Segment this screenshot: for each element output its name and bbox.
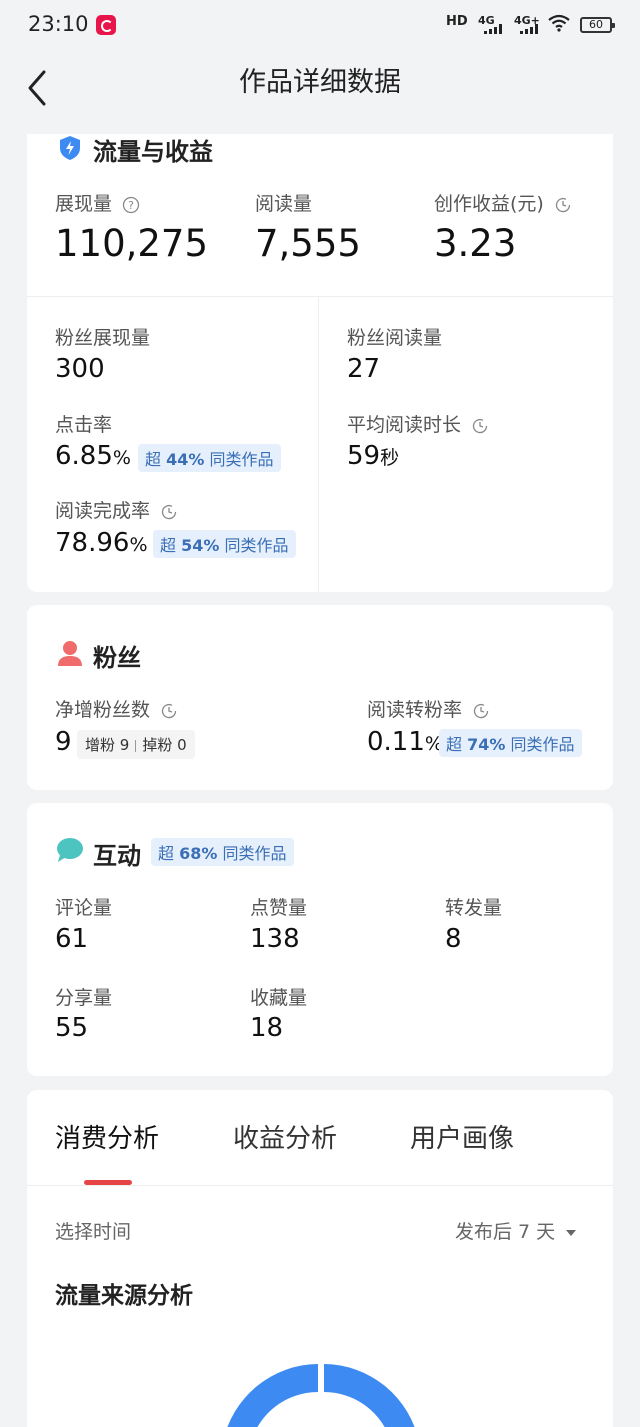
- page-title: 作品详细数据: [239, 67, 401, 98]
- impressions-value: 110,275: [55, 222, 209, 265]
- tab-user-profile[interactable]: 用户画像: [410, 1118, 514, 1155]
- app-notification-icon: [96, 15, 116, 35]
- comments-label: 评论量: [55, 897, 113, 919]
- clock-icon[interactable]: [472, 702, 490, 720]
- divider: [27, 296, 613, 297]
- fan-reads-value: 27: [347, 354, 381, 384]
- tab-consumption-analysis[interactable]: 消费分析: [55, 1118, 159, 1155]
- donut-segment-right: [324, 1364, 415, 1427]
- likes-label: 点赞量: [250, 897, 308, 919]
- lightning-shield-icon: [60, 136, 80, 160]
- battery-icon: 60: [580, 17, 615, 33]
- fans-gain-loss-chip: 增粉 9 掉粉 0: [77, 730, 195, 759]
- fan-impressions-value: 300: [55, 354, 105, 384]
- sim1-signal-icon: [484, 24, 508, 34]
- avg-read-time-label: 平均阅读时长: [347, 410, 489, 437]
- impressions-label: 展现量 ?: [55, 189, 140, 216]
- clock-icon[interactable]: [554, 196, 572, 214]
- status-bar: 23:10 HD 4G 4G+ 60: [0, 0, 640, 50]
- favorites-label: 收藏量: [250, 987, 308, 1009]
- traffic-earnings-card: 流量与收益 展现量 ? 110,275 阅读量 7,555 创作收益(元) 3.…: [27, 134, 613, 592]
- favorites-value: 18: [250, 1013, 284, 1043]
- divider: [27, 1185, 613, 1186]
- sim2-signal-icon: [520, 24, 544, 34]
- fan-icon: [58, 641, 82, 666]
- traffic-section-title: 流量与收益: [93, 138, 213, 166]
- comments-value: 61: [55, 924, 89, 954]
- clock-icon[interactable]: [160, 702, 178, 720]
- traffic-source-donut-chart: [227, 1364, 415, 1427]
- hd-indicator: HD: [446, 14, 468, 29]
- shares-label: 分享量: [55, 987, 113, 1009]
- fans-section-title: 粉丝: [93, 644, 141, 672]
- help-icon[interactable]: ?: [122, 196, 140, 214]
- interaction-section-title: 互动: [93, 842, 141, 870]
- interaction-badge: 超 68% 同类作品: [151, 838, 294, 866]
- svg-text:?: ?: [128, 199, 134, 212]
- likes-value: 138: [250, 924, 300, 954]
- chat-bubble-icon: [57, 838, 83, 862]
- earnings-label: 创作收益(元): [434, 189, 572, 216]
- ctr-value: 6.85%: [55, 441, 131, 471]
- status-time: 23:10: [28, 12, 89, 36]
- header: 作品详细数据: [0, 50, 640, 134]
- reads-value: 7,555: [255, 222, 361, 265]
- fan-impressions-label: 粉丝展现量: [55, 327, 151, 349]
- tab-earnings-analysis[interactable]: 收益分析: [233, 1118, 337, 1155]
- forwards-value: 8: [445, 924, 462, 954]
- ctr-label: 点击率: [55, 414, 113, 436]
- net-fans-value: 9: [55, 727, 72, 757]
- clock-icon[interactable]: [471, 417, 489, 435]
- forwards-label: 转发量: [445, 897, 503, 919]
- caret-down-icon: [566, 1229, 577, 1236]
- earnings-value: 3.23: [434, 222, 517, 265]
- completion-badge: 超 54% 同类作品: [153, 530, 296, 558]
- reads-label: 阅读量: [255, 193, 313, 215]
- time-select-label: 选择时间: [55, 1221, 132, 1243]
- conversion-badge: 超 74% 同类作品: [439, 729, 582, 757]
- divider-vertical: [318, 296, 319, 592]
- analysis-card: 消费分析 收益分析 用户画像 选择时间 发布后 7 天 流量来源分析: [27, 1090, 613, 1427]
- completion-rate-value: 78.96%: [55, 528, 148, 558]
- avg-read-time-value: 59秒: [347, 441, 400, 471]
- read-to-fan-rate-label: 阅读转粉率: [367, 695, 490, 722]
- net-fans-label: 净增粉丝数: [55, 695, 178, 722]
- traffic-source-title: 流量来源分析: [55, 1283, 193, 1309]
- read-to-fan-rate-value: 0.11%: [367, 727, 443, 757]
- clock-icon[interactable]: [160, 503, 178, 521]
- ctr-badge: 超 44% 同类作品: [138, 444, 281, 472]
- fans-card: 粉丝 净增粉丝数 9 增粉 9 掉粉 0 阅读转粉率 0.11% 超 74% 同类…: [27, 605, 613, 790]
- fan-reads-label: 粉丝阅读量: [347, 327, 443, 349]
- shares-value: 55: [55, 1013, 89, 1043]
- time-range-dropdown[interactable]: 发布后 7 天: [455, 1217, 577, 1244]
- completion-rate-label: 阅读完成率: [55, 496, 178, 523]
- donut-segment-left: [227, 1364, 318, 1427]
- wifi-icon: [548, 14, 570, 32]
- interaction-card: 互动 超 68% 同类作品 评论量 61 点赞量 138 转发量 8 分享量 5…: [27, 803, 613, 1076]
